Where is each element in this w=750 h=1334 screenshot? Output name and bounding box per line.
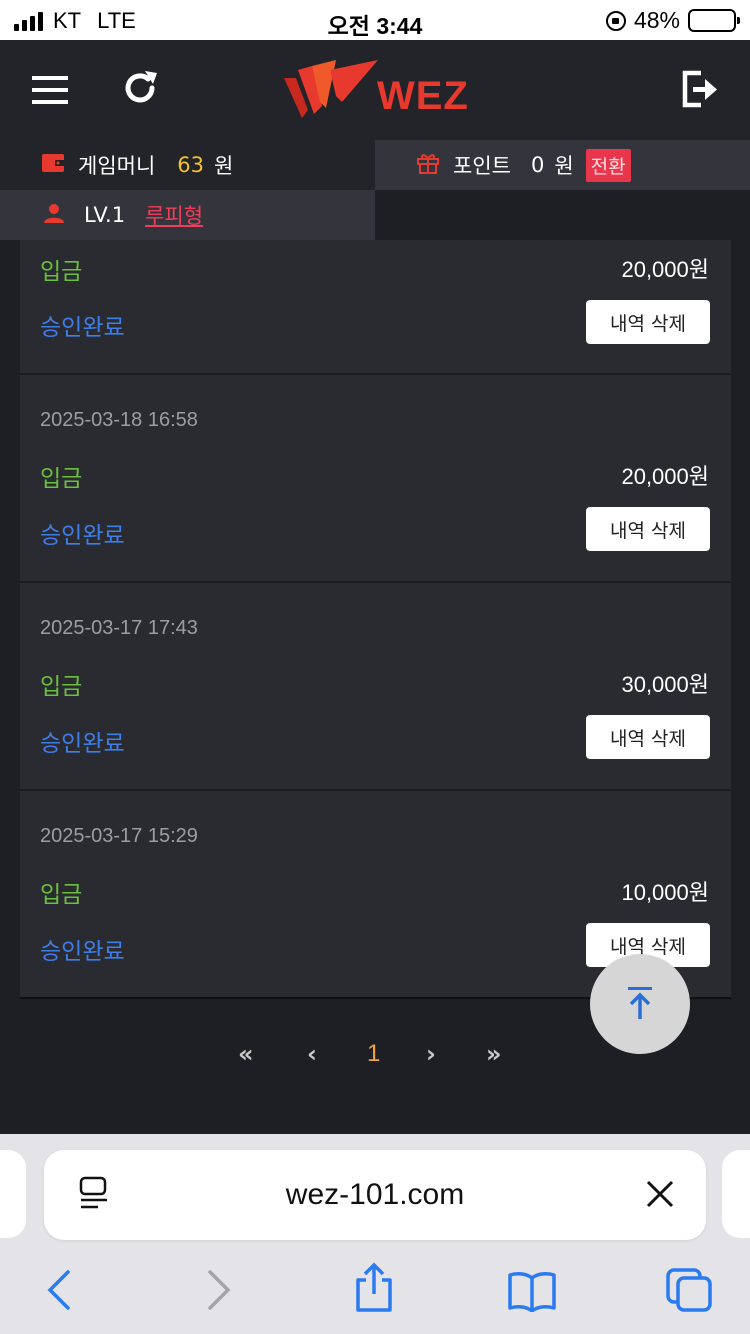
- page-current[interactable]: 1: [367, 1040, 380, 1068]
- user-icon: [44, 203, 64, 228]
- transaction-status: 승인완료: [40, 939, 125, 965]
- transaction-status: 승인완료: [40, 523, 125, 549]
- back-icon[interactable]: [44, 1268, 74, 1316]
- level-label: LV.1: [84, 203, 126, 227]
- status-right: 48%: [605, 7, 740, 34]
- menu-icon[interactable]: [28, 68, 72, 112]
- account-summary: 게임머니 63 원 포인트 0 원 전환: [0, 140, 750, 190]
- logo-text: WEZ: [377, 74, 469, 118]
- money-label: 게임머니: [78, 154, 156, 178]
- point-box: 포인트 0 원 전환: [375, 140, 750, 190]
- forward-icon[interactable]: [204, 1268, 234, 1316]
- transaction-type: 입금: [40, 259, 83, 285]
- point-value: 0: [530, 153, 545, 177]
- brand-logo[interactable]: WEZ: [282, 56, 472, 126]
- transaction-amount: 20,000원: [621, 464, 709, 489]
- transaction-status: 승인완료: [40, 731, 125, 757]
- bookmarks-icon[interactable]: [506, 1270, 558, 1316]
- point-unit: 원: [554, 154, 574, 178]
- transaction-type: 입금: [40, 466, 83, 492]
- refresh-icon[interactable]: [118, 66, 162, 110]
- game-money-box: 게임머니 63 원: [0, 140, 375, 190]
- point-label: 포인트: [453, 154, 511, 178]
- transaction-date: 2025-03-17 15:29: [40, 825, 198, 847]
- tabs-icon[interactable]: [664, 1266, 714, 1318]
- address-bar[interactable]: wez-101.com: [44, 1150, 706, 1240]
- transaction-date: 2025-03-17 17:43: [40, 617, 198, 639]
- url-text[interactable]: wez-101.com: [44, 1178, 706, 1212]
- list-item: 2025-03-17 17:43 입금 30,000원 승인완료 내역 삭제: [20, 583, 731, 791]
- close-icon[interactable]: [644, 1178, 676, 1214]
- rotation-lock-icon: [605, 10, 626, 31]
- arrow-up-icon: [628, 987, 652, 1019]
- scroll-to-top-button[interactable]: [590, 954, 690, 1054]
- list-item: 입금 20,000원 승인완료 내역 삭제: [20, 240, 731, 375]
- logo-mark-icon: [284, 60, 378, 118]
- pagination: « ‹ 1 › »: [0, 1040, 750, 1080]
- ios-status-bar: KT LTE 오전 3:44 48%: [0, 0, 750, 40]
- browser-bottom-bar: wez-101.com: [0, 1134, 750, 1334]
- gift-icon: [417, 152, 439, 179]
- transaction-amount: 30,000원: [621, 672, 709, 697]
- transaction-list: 입금 20,000원 승인완료 내역 삭제 2025-03-18 16:58 입…: [20, 240, 731, 999]
- level-box: LV.1 루피형: [0, 190, 375, 240]
- wallet-icon: [42, 153, 64, 177]
- money-value: 63: [177, 153, 205, 177]
- battery-percent: 48%: [633, 7, 680, 33]
- transaction-type: 입금: [40, 882, 83, 908]
- next-tab-peek[interactable]: [722, 1150, 750, 1238]
- delete-history-button[interactable]: 내역 삭제: [586, 507, 710, 551]
- convert-button[interactable]: 전환: [585, 148, 631, 182]
- page-first-button[interactable]: «: [238, 1040, 254, 1068]
- transaction-date: 2025-03-18 16:58: [40, 409, 198, 431]
- transaction-amount: 10,000원: [621, 880, 709, 905]
- logout-icon[interactable]: [676, 66, 722, 112]
- delete-history-button[interactable]: 내역 삭제: [586, 300, 710, 344]
- transaction-type: 입금: [40, 674, 83, 700]
- delete-history-button[interactable]: 내역 삭제: [586, 715, 710, 759]
- page-next-button[interactable]: ›: [426, 1040, 436, 1068]
- page-prev-button[interactable]: ‹: [307, 1040, 317, 1068]
- money-unit: 원: [214, 154, 234, 178]
- transaction-status: 승인완료: [40, 315, 125, 341]
- page-last-button[interactable]: »: [486, 1040, 502, 1068]
- previous-tab-peek[interactable]: [0, 1150, 26, 1238]
- transaction-amount: 20,000원: [621, 257, 709, 282]
- app-header: WEZ: [0, 40, 750, 140]
- nickname-link[interactable]: 루피형: [145, 200, 203, 230]
- share-icon[interactable]: [352, 1262, 396, 1318]
- list-item: 2025-03-18 16:58 입금 20,000원 승인완료 내역 삭제: [20, 375, 731, 583]
- battery-icon: [688, 9, 740, 32]
